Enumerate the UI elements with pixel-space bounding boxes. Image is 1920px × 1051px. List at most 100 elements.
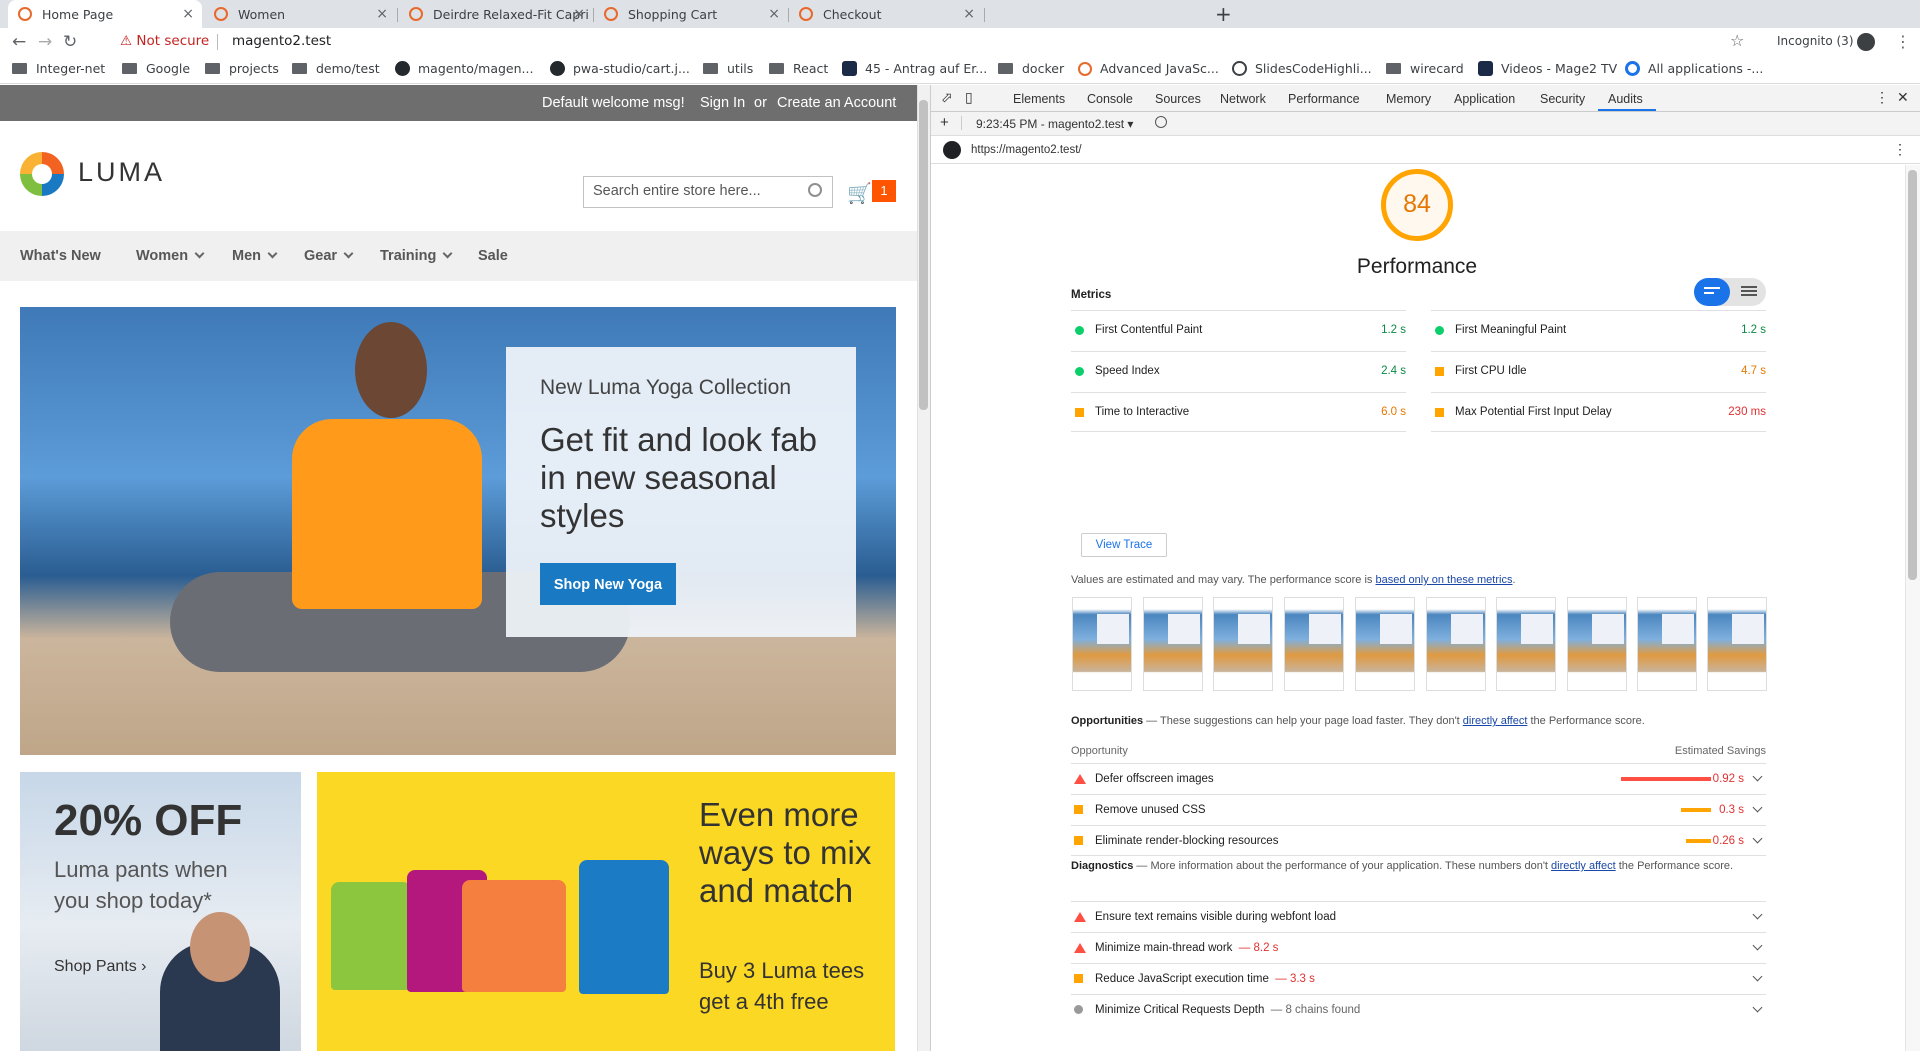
bookmark-react[interactable]: React xyxy=(769,61,828,76)
tab-security[interactable]: Security xyxy=(1540,92,1585,106)
shop-pants-link[interactable]: Shop Pants › xyxy=(54,958,147,976)
tab-audits[interactable]: Audits xyxy=(1608,92,1643,106)
sign-in-link[interactable]: Sign In xyxy=(700,95,745,111)
bookmark-integer-net[interactable]: Integer-net xyxy=(12,61,105,76)
luma-logo-icon[interactable] xyxy=(20,152,64,196)
chevron-down-icon[interactable] xyxy=(1752,1002,1763,1013)
metrics-link[interactable]: based only on these metrics xyxy=(1375,574,1512,586)
diagnostic-webfont-load[interactable]: Ensure text remains visible during webfo… xyxy=(1071,901,1766,932)
bookmark-mage2tv[interactable]: Videos - Mage2 TV xyxy=(1478,61,1617,76)
inspect-element-icon[interactable]: ⬀ xyxy=(941,89,953,106)
nav-men[interactable]: Men xyxy=(232,248,278,264)
tab-application[interactable]: Application xyxy=(1454,92,1515,106)
tab-performance[interactable]: Performance xyxy=(1288,92,1360,106)
tab-checkout[interactable]: Checkout × xyxy=(789,0,983,28)
promo-pants[interactable]: 20% OFF Luma pants when you shop today* … xyxy=(20,772,301,1051)
bookmark-star-icon[interactable]: ☆ xyxy=(1730,31,1744,50)
chevron-down-icon[interactable] xyxy=(1752,909,1763,920)
bookmark-wirecard[interactable]: wirecard xyxy=(1386,61,1464,76)
logo-text[interactable]: LUMA xyxy=(78,157,165,188)
search-input[interactable]: Search entire store here... xyxy=(583,176,833,208)
back-arrow-icon[interactable]: ← xyxy=(12,32,26,52)
address-bar[interactable]: ⚠ Not secure magento2.test ☆ xyxy=(110,30,1750,54)
opportunity-defer-offscreen-images[interactable]: Defer offscreen images 0.92 s xyxy=(1071,763,1766,794)
devtools-menu-icon[interactable]: ⋮ xyxy=(1875,89,1889,106)
chevron-down-icon[interactable] xyxy=(1752,802,1763,813)
nav-training[interactable]: Training xyxy=(380,248,453,264)
clear-icon[interactable] xyxy=(1155,116,1167,128)
nav-whats-new[interactable]: What's New xyxy=(20,248,101,264)
view-trace-button[interactable]: View Trace xyxy=(1081,533,1167,557)
tab-close-icon[interactable]: × xyxy=(963,6,975,22)
url-text[interactable]: magento2.test xyxy=(232,33,331,49)
tab-network[interactable]: Network xyxy=(1220,92,1266,106)
chevron-down-icon[interactable] xyxy=(1752,833,1763,844)
bookmark-demo-test[interactable]: demo/test xyxy=(292,61,380,76)
bookmark-slides-code[interactable]: SlidesCodeHighli... xyxy=(1232,61,1372,76)
cart-icon[interactable]: 🛒 xyxy=(847,181,872,205)
directly-affect-link[interactable]: directly affect xyxy=(1551,860,1616,872)
tab-women[interactable]: Women × xyxy=(204,0,396,28)
reload-icon[interactable]: ↻ xyxy=(63,32,77,52)
tab-sources[interactable]: Sources xyxy=(1155,92,1201,106)
forward-arrow-icon[interactable]: → xyxy=(38,32,52,52)
nav-sale[interactable]: Sale xyxy=(478,248,508,264)
bookmark-antrag[interactable]: 45 - Antrag auf Er... xyxy=(842,61,987,76)
device-toolbar-icon[interactable]: ▯ xyxy=(965,89,973,106)
devtools-close-icon[interactable]: ✕ xyxy=(1897,89,1909,106)
bookmark-advanced-javascript[interactable]: Advanced JavaSc... xyxy=(1078,61,1219,76)
nav-label: What's New xyxy=(20,248,101,264)
shop-new-yoga-button[interactable]: Shop New Yoga xyxy=(540,563,676,605)
chevron-down-icon[interactable] xyxy=(1752,971,1763,982)
bookmark-pwa-studio[interactable]: pwa-studio/cart.j... xyxy=(550,61,690,76)
report-menu-icon[interactable]: ⋮ xyxy=(1893,141,1907,158)
opportunity-remove-unused-css[interactable]: Remove unused CSS 0.3 s xyxy=(1071,794,1766,825)
hero-banner[interactable]: New Luma Yoga Collection Get fit and loo… xyxy=(20,307,896,755)
directly-affect-link[interactable]: directly affect xyxy=(1463,715,1528,727)
chevron-down-icon[interactable] xyxy=(1752,940,1763,951)
report-selector[interactable]: 9:23:45 PM - magento2.test ▾ xyxy=(976,117,1133,131)
metric-time-to-interactive: Time to Interactive 6.0 s xyxy=(1071,392,1406,432)
diagnostic-critical-requests[interactable]: Minimize Critical Requests Depth — 8 cha… xyxy=(1071,994,1766,1025)
store-scrollbar-thumb[interactable] xyxy=(919,100,928,410)
bookmark-magento-github[interactable]: magento/magen... xyxy=(395,61,533,76)
tab-home-page[interactable]: Home Page × xyxy=(8,0,202,28)
magento-icon xyxy=(1078,61,1092,76)
devtools-scrollbar-thumb[interactable] xyxy=(1908,170,1917,580)
incognito-icon[interactable] xyxy=(1857,33,1875,51)
nav-women[interactable]: Women xyxy=(136,248,205,264)
diagnostic-label: Reduce JavaScript execution time — 3.3 s xyxy=(1095,973,1315,985)
report-url[interactable]: https://magento2.test/ xyxy=(971,144,1082,156)
bookmark-docker[interactable]: docker xyxy=(998,61,1064,76)
new-audit-icon[interactable]: + xyxy=(940,114,949,131)
incognito-label[interactable]: Incognito (3) xyxy=(1777,34,1854,48)
browser-menu-icon[interactable]: ⋮ xyxy=(1895,32,1911,51)
cart-count-badge[interactable]: 1 xyxy=(872,180,896,202)
promo-tees[interactable]: Even more ways to mix and match Buy 3 Lu… xyxy=(317,772,895,1051)
bookmark-google[interactable]: Google xyxy=(122,61,190,76)
bookmark-utils[interactable]: utils xyxy=(703,61,753,76)
bookmark-label: projects xyxy=(229,61,279,76)
diagnostic-main-thread-work[interactable]: Minimize main-thread work — 8.2 s xyxy=(1071,932,1766,963)
bookmark-projects[interactable]: projects xyxy=(205,61,279,76)
opportunity-render-blocking[interactable]: Eliminate render-blocking resources 0.26… xyxy=(1071,825,1766,856)
tab-close-icon[interactable]: × xyxy=(376,6,388,22)
chevron-down-icon[interactable] xyxy=(1752,771,1763,782)
tab-memory[interactable]: Memory xyxy=(1386,92,1431,106)
bookmark-label: docker xyxy=(1022,61,1065,76)
security-indicator[interactable]: ⚠ Not secure xyxy=(120,33,209,49)
create-account-link[interactable]: Create an Account xyxy=(777,95,896,111)
nav-gear[interactable]: Gear xyxy=(304,248,354,264)
diagnostic-javascript-execution[interactable]: Reduce JavaScript execution time — 3.3 s xyxy=(1071,963,1766,994)
tab-close-icon[interactable]: × xyxy=(182,6,194,22)
tab-deirdre-capri[interactable]: Deirdre Relaxed-Fit Capri × xyxy=(399,0,593,28)
tab-close-icon[interactable]: × xyxy=(573,6,585,22)
tab-shopping-cart[interactable]: Shopping Cart × xyxy=(594,0,788,28)
tab-close-icon[interactable]: × xyxy=(768,6,780,22)
tab-console[interactable]: Console xyxy=(1087,92,1133,106)
site-icon xyxy=(842,61,857,76)
tab-elements[interactable]: Elements xyxy=(1013,92,1065,106)
bookmark-all-applications[interactable]: All applications -... xyxy=(1625,61,1763,76)
new-tab-button[interactable]: + xyxy=(1215,2,1232,26)
search-icon[interactable] xyxy=(808,183,822,197)
